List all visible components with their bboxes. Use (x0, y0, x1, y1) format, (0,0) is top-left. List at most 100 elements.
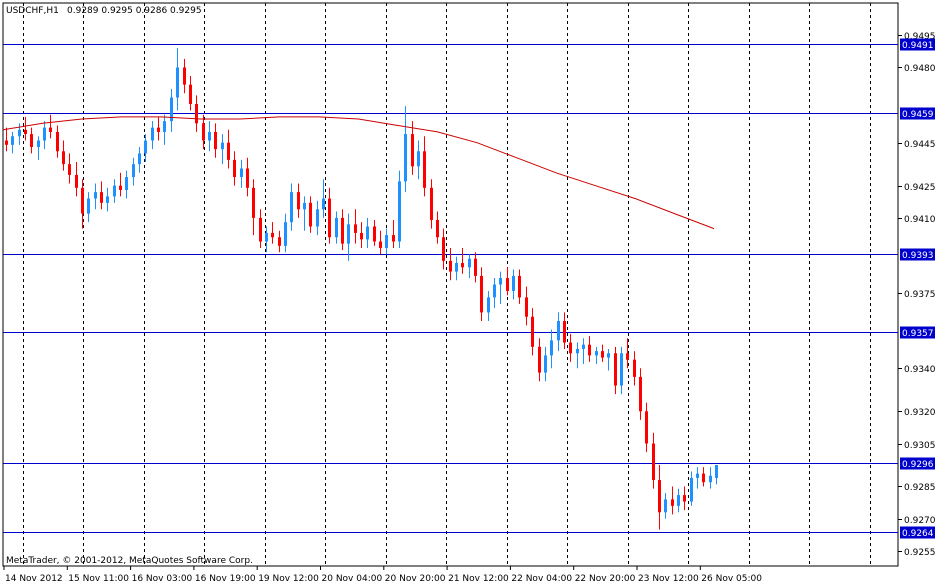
candle-body (37, 140, 40, 147)
candle-body (138, 153, 141, 165)
candle-body (151, 127, 154, 141)
price-tag-label: 0.9491 (902, 41, 934, 51)
candle-body (144, 140, 147, 154)
time-tick-label: 16 Nov 19:00 (195, 574, 256, 584)
time-tick-label: 15 Nov 11:00 (68, 574, 129, 584)
time-tick-label: 23 Nov 12:00 (638, 574, 699, 584)
candle-body (341, 217, 344, 244)
candle-body (106, 196, 109, 203)
price-tag-label: 0.9393 (902, 251, 934, 261)
candle-body (645, 411, 648, 444)
candle-body (392, 235, 395, 242)
candle-body (221, 142, 224, 150)
time-axis: 14 Nov 2012 15 Nov 11:00 16 Nov 03:00 16 No… (3, 566, 762, 584)
candle-body (652, 443, 655, 481)
candle-body (544, 355, 547, 373)
candle-body (430, 187, 433, 221)
price-tick-label: 0.9425 (904, 183, 936, 193)
candle-body (75, 174, 78, 188)
candle-body (360, 232, 363, 240)
candle-body (487, 297, 490, 313)
candle-body (639, 376, 642, 412)
candle-body (417, 151, 420, 167)
candle-body (474, 258, 477, 276)
plot-area[interactable] (2, 2, 899, 567)
candle-body (183, 67, 186, 85)
candle-body (576, 348, 579, 354)
candle-body (461, 263, 464, 268)
candle-body (68, 164, 71, 175)
candle-body (195, 103, 198, 124)
candle-body (449, 260, 452, 272)
candle-body (550, 340, 553, 356)
candle-body (620, 353, 623, 386)
candle-body (113, 185, 116, 197)
candle-body (56, 131, 59, 152)
candle-body (595, 351, 598, 356)
candle-body (208, 131, 211, 141)
candle-body (411, 134, 414, 167)
candle-body (683, 495, 686, 502)
candle-body (18, 129, 21, 137)
candle-body (385, 235, 388, 248)
candle-body (163, 121, 166, 132)
candle-body (328, 198, 331, 238)
candle-body (322, 198, 325, 210)
candle-body (30, 134, 33, 147)
candle-body (455, 263, 458, 272)
candle-body (81, 187, 84, 214)
candle-body (468, 258, 471, 268)
candle-body (518, 275, 521, 298)
price-tick-label: 0.9340 (904, 365, 936, 375)
price-level-tags: 0.9491 0.9459 0.9393 0.9357 0.9296 0.9264 (900, 38, 935, 539)
candle-body (525, 297, 528, 317)
price-tick-label: 0.9410 (904, 215, 936, 225)
candle-body (436, 220, 439, 238)
candle-body (601, 351, 604, 358)
candle-body (87, 198, 90, 214)
candle-body (398, 181, 401, 242)
candle-body (24, 129, 27, 135)
candle-body (278, 237, 281, 246)
time-tick-label: 22 Nov 20:00 (575, 574, 636, 584)
candle-body (189, 84, 192, 104)
time-tick-label: 16 Nov 03:00 (132, 574, 193, 584)
candle-body (157, 127, 160, 132)
candle-body (690, 477, 693, 502)
candle-body (626, 353, 629, 360)
price-tick-label: 0.9480 (904, 64, 936, 74)
candle-body (94, 192, 97, 199)
candle-body (677, 495, 680, 506)
candle-body (132, 164, 135, 178)
candle-body (373, 226, 376, 242)
candle-body (702, 473, 705, 483)
price-tick-label: 0.9255 (904, 548, 936, 558)
ohlc-label: 0.9289 0.9295 0.9286 0.9295 (67, 6, 202, 16)
candle-body (284, 222, 287, 246)
price-chart[interactable]: 0.94950.94800.94450.94250.94100.93750.93… (0, 0, 936, 586)
candle-body (5, 140, 8, 145)
candle-body (493, 284, 496, 298)
copyright-label: MetaTrader, © 2001-2012, MetaQuotes Soft… (6, 556, 253, 566)
price-tag-label: 0.9264 (902, 529, 934, 539)
candle-body (176, 67, 179, 98)
candle-body (227, 142, 230, 160)
time-tick-label: 20 Nov 20:00 (385, 574, 446, 584)
candle-body (252, 187, 255, 218)
candle-body (246, 168, 249, 188)
time-tick-label: 26 Nov 05:00 (701, 574, 762, 584)
candle-body (11, 136, 14, 145)
candle-body (62, 151, 65, 165)
candle-body (563, 321, 566, 343)
candle-body (309, 202, 312, 227)
candle-body (303, 202, 306, 210)
price-tick-label: 0.9375 (904, 290, 936, 300)
candle-body (297, 192, 300, 210)
price-tick-label: 0.9305 (904, 441, 936, 451)
candle-body (265, 232, 268, 242)
candle-body (202, 123, 205, 141)
candle-body (715, 465, 718, 478)
candle-body (379, 241, 382, 248)
time-tick-label: 20 Nov 04:00 (322, 574, 383, 584)
candle-body (538, 346, 541, 373)
